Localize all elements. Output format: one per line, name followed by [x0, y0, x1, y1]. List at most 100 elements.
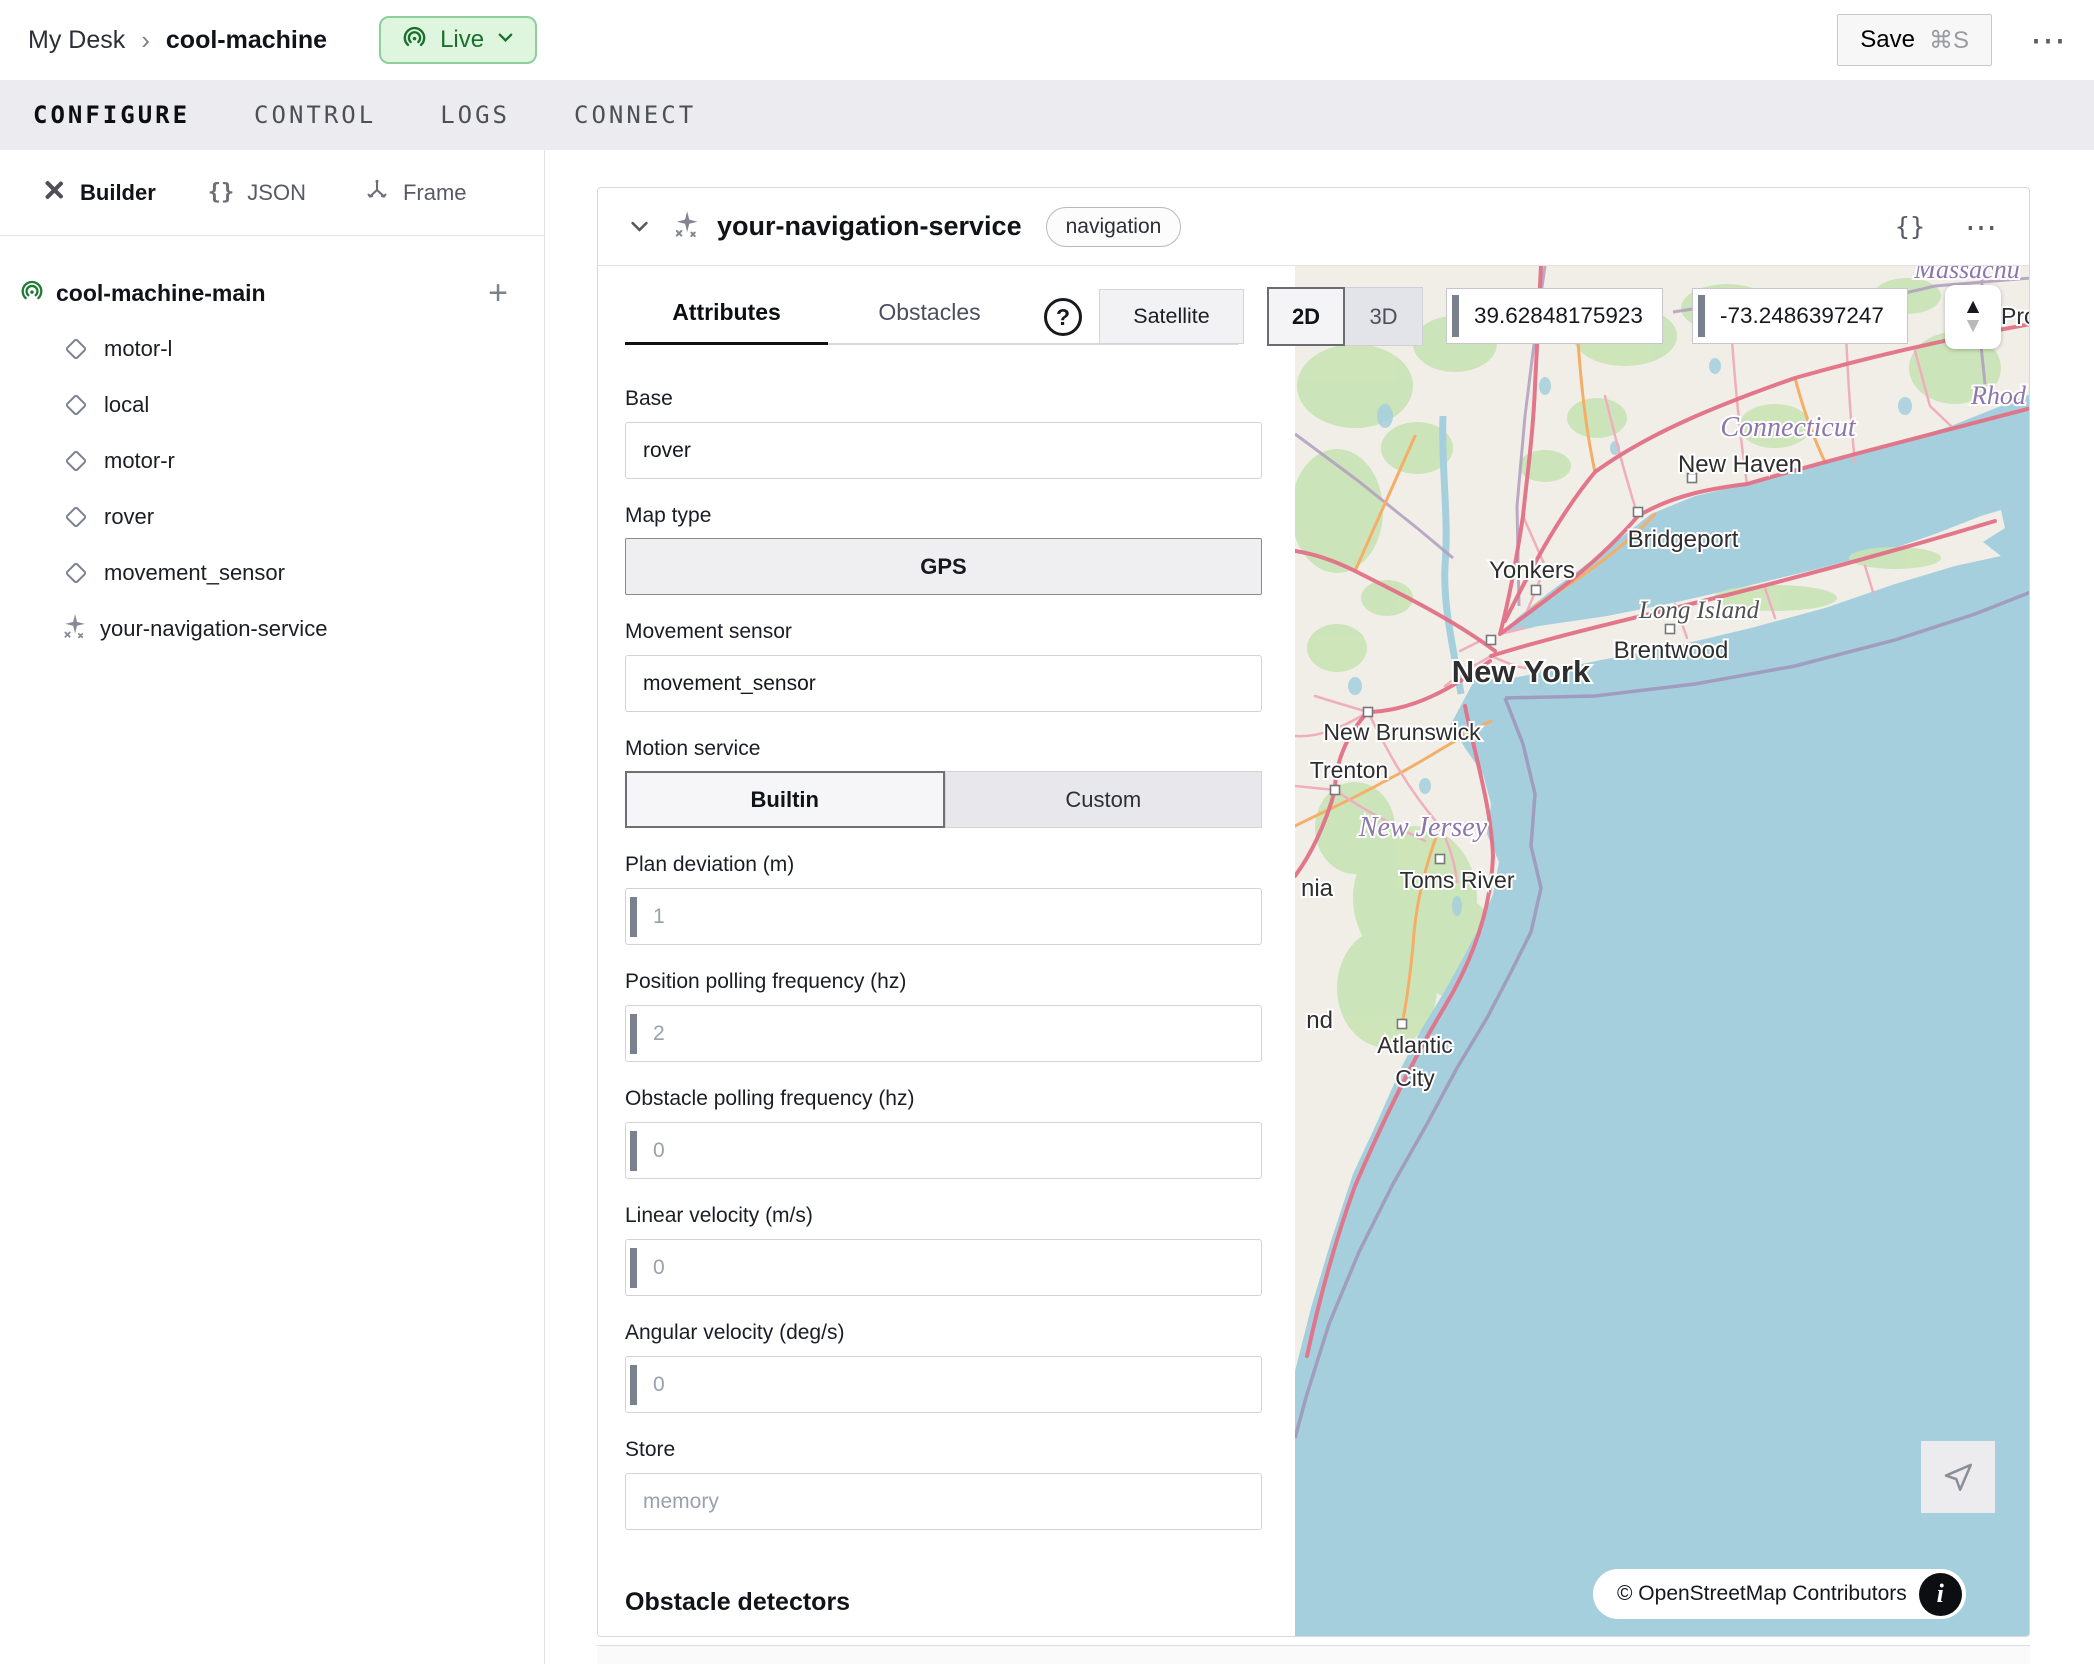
angular-velocity-label: Angular velocity (deg/s) [625, 1321, 1262, 1345]
tree-item-local[interactable]: local [0, 388, 544, 422]
tab-control[interactable]: CONTROL [254, 101, 376, 129]
map-label-partial-nd: nd [1306, 1007, 1333, 1034]
movement-sensor-input[interactable] [625, 655, 1262, 712]
breadcrumb: My Desk › cool-machine [28, 25, 327, 56]
linear-velocity-label: Linear velocity (m/s) [625, 1204, 1262, 1228]
number-drag-handle[interactable] [630, 1131, 637, 1171]
attributes-form: Attributes Obstacles Base Map type GPS M… [625, 266, 1262, 1617]
map-label-toms-river: Toms River [1399, 867, 1514, 893]
satellite-toggle-button[interactable]: Satellite [1099, 289, 1244, 344]
map-label-massachusetts: Massachu [1913, 266, 2019, 284]
component-diamond-icon [65, 562, 88, 585]
zoom-out-arrow[interactable]: ▼ [1963, 317, 1984, 336]
help-button[interactable]: ? [1044, 298, 1082, 336]
tab-attributes[interactable]: Attributes [625, 299, 828, 345]
number-drag-handle[interactable] [630, 897, 637, 937]
component-diamond-icon [65, 394, 88, 417]
tree-item-navigation-service[interactable]: your-navigation-service [0, 612, 544, 646]
service-sparkle-icon [671, 209, 701, 244]
base-label: Base [625, 387, 1262, 411]
latitude-field [1446, 288, 1663, 344]
card-overflow-menu-icon[interactable]: ⋯ [1965, 211, 1999, 243]
movement-sensor-label: Movement sensor [625, 620, 1262, 644]
mode-frame[interactable]: Frame [364, 177, 467, 209]
map-canvas[interactable]: Massachu Prov Rhod Connecticut New Haven… [1295, 266, 2030, 1637]
longitude-input[interactable] [1693, 289, 1907, 343]
edit-json-icon[interactable]: {} [1895, 212, 1925, 241]
live-status-dropdown[interactable]: Live [379, 16, 537, 64]
tab-logs[interactable]: LOGS [440, 101, 510, 129]
collapse-chevron-icon[interactable] [628, 215, 651, 238]
number-drag-handle[interactable] [1698, 295, 1705, 337]
component-diamond-icon [65, 506, 88, 529]
tree-item-motor-r[interactable]: motor-r [0, 444, 544, 478]
obstacle-polling-label: Obstacle polling frequency (hz) [625, 1087, 1262, 1111]
tree-item-motor-l[interactable]: motor-l [0, 332, 544, 366]
number-drag-handle[interactable] [630, 1014, 637, 1054]
plan-deviation-input[interactable] [625, 888, 1262, 945]
card-title: your-navigation-service [717, 211, 1022, 242]
service-type-badge: navigation [1046, 207, 1182, 247]
tree-root-row[interactable]: cool-machine-main + [0, 276, 544, 310]
tree-item-label: motor-l [104, 336, 172, 362]
overflow-menu-icon[interactable]: ⋯ [2030, 22, 2068, 58]
motion-service-builtin[interactable]: Builtin [625, 771, 945, 828]
broadcast-icon [401, 24, 428, 56]
mode-json[interactable]: {} JSON [208, 180, 306, 206]
tree-item-rover[interactable]: rover [0, 500, 544, 534]
latitude-input[interactable] [1447, 289, 1662, 343]
mode-builder[interactable]: Builder [41, 177, 156, 209]
tree-item-movement-sensor[interactable]: movement_sensor [0, 556, 544, 590]
sidebar-mode-switcher: Builder {} JSON Frame [0, 150, 544, 236]
info-icon[interactable]: i [1919, 1573, 1962, 1616]
mode-frame-label: Frame [403, 180, 467, 206]
map-label-atlantic-city-line2: City [1395, 1065, 1435, 1091]
number-drag-handle[interactable] [630, 1248, 637, 1288]
save-button-label: Save [1860, 26, 1915, 54]
number-drag-handle[interactable] [630, 1365, 637, 1405]
save-shortcut: ⌘S [1929, 26, 1969, 55]
map-type-gps-button[interactable]: GPS [625, 538, 1262, 595]
service-sparkle-icon [60, 612, 88, 646]
motion-service-custom[interactable]: Custom [945, 771, 1263, 828]
number-drag-handle[interactable] [1452, 295, 1459, 337]
base-input[interactable] [625, 422, 1262, 479]
tab-configure[interactable]: CONFIGURE [33, 101, 190, 129]
tree-root-label: cool-machine-main [56, 280, 266, 307]
map-2d-button[interactable]: 2D [1267, 287, 1345, 346]
store-input[interactable] [625, 1473, 1262, 1530]
main-tab-bar: CONFIGURE CONTROL LOGS CONNECT [0, 80, 2094, 150]
position-polling-input[interactable] [625, 1005, 1262, 1062]
map-3d-button[interactable]: 3D [1345, 287, 1423, 346]
component-diamond-icon [65, 338, 88, 361]
map-label-yonkers: Yonkers [1489, 557, 1575, 584]
plan-deviation-label: Plan deviation (m) [625, 853, 1262, 877]
card-header: your-navigation-service navigation {} ⋯ [598, 188, 2029, 266]
map-label-long-island: Long Island [1638, 597, 1760, 624]
json-braces-icon: {} [208, 180, 235, 205]
add-component-button[interactable]: + [488, 276, 508, 310]
config-content: your-navigation-service navigation {} ⋯ [545, 150, 2094, 1664]
map-label-trenton: Trenton [1310, 757, 1388, 783]
longitude-field [1692, 288, 1908, 344]
motion-service-label: Motion service [625, 737, 1262, 761]
map-zoom-control: ▲ ▼ [1945, 285, 2001, 349]
chevron-down-icon [496, 28, 515, 52]
machine-part-tree: cool-machine-main + motor-l local motor-… [0, 236, 544, 646]
tree-item-label: your-navigation-service [100, 616, 327, 642]
angular-velocity-input[interactable] [625, 1356, 1262, 1413]
map-label-atlantic-city: Atlantic [1377, 1032, 1452, 1058]
tab-obstacles[interactable]: Obstacles [828, 299, 1031, 343]
next-panel-edge [597, 1645, 2030, 1664]
frame-axes-icon [364, 177, 390, 209]
linear-velocity-input[interactable] [625, 1239, 1262, 1296]
recenter-location-button[interactable] [1921, 1441, 1995, 1513]
save-button[interactable]: Save ⌘S [1837, 14, 1992, 66]
tab-connect[interactable]: CONNECT [574, 101, 696, 129]
obstacle-polling-input[interactable] [625, 1122, 1262, 1179]
map-attribution: © OpenStreetMap Contributors i [1593, 1569, 1966, 1619]
live-badge-label: Live [440, 26, 484, 54]
builder-tools-icon [41, 177, 67, 209]
breadcrumb-parent[interactable]: My Desk [28, 26, 125, 55]
openstreetmap-render: Massachu Prov Rhod Connecticut New Haven… [1295, 266, 2030, 1637]
